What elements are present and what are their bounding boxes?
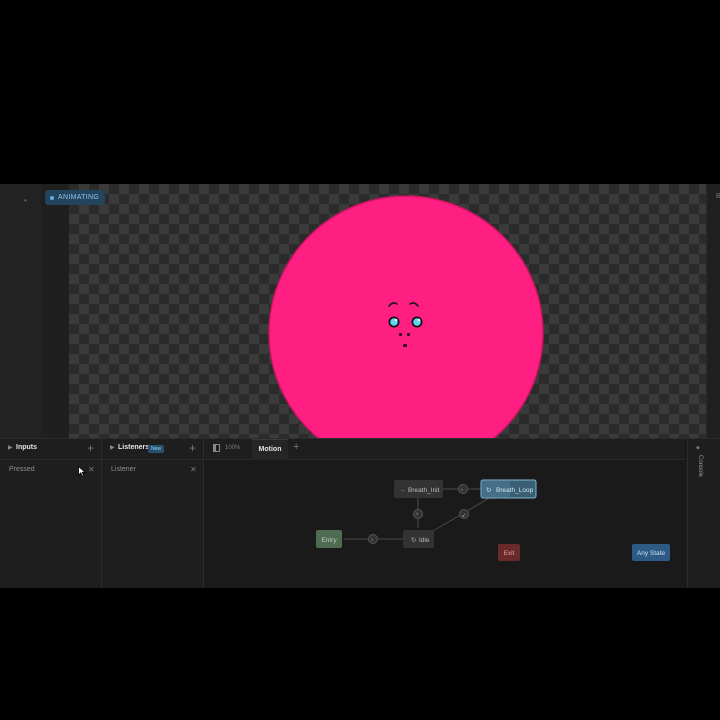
console-panel[interactable]: ◆ Console: [687, 439, 720, 588]
inputs-panel: ▶ Inputs + Pressed ✕: [0, 439, 102, 588]
transition-arrow-icon[interactable]: ›: [368, 534, 378, 544]
arrow-right-icon: →: [399, 487, 406, 494]
add-listener-button[interactable]: +: [189, 441, 196, 455]
artboard-stage[interactable]: [69, 184, 706, 438]
add-layer-button[interactable]: +: [293, 441, 299, 453]
svg-text:›: ›: [371, 538, 373, 544]
pink-character-body[interactable]: [268, 195, 544, 438]
tab-motion[interactable]: Motion: [252, 439, 288, 460]
transition-arrow-icon[interactable]: ↙: [459, 509, 469, 520]
any-state-label: Any State: [637, 550, 666, 557]
state-machine-panel: 100% Motion + › ^ › ↙ Entry ↻ Idle → Bre…: [205, 439, 685, 588]
status-dot-icon: [50, 195, 54, 200]
mouse-cursor-icon: [78, 466, 86, 477]
zoom-level[interactable]: 100%: [225, 445, 240, 451]
loop-icon: ↻: [486, 487, 492, 494]
add-input-button[interactable]: +: [87, 441, 94, 455]
new-badge: New: [148, 445, 165, 453]
inputs-title: Inputs: [16, 444, 37, 451]
idle-label: Idle: [419, 537, 430, 544]
toolbar-dot-icon: •: [24, 196, 27, 205]
collapse-chevron-icon[interactable]: ▶: [110, 444, 115, 451]
exit-label: Exit: [504, 550, 515, 557]
transition-arrow-icon[interactable]: ›: [458, 484, 468, 494]
collapse-chevron-icon[interactable]: ▶: [8, 444, 13, 451]
listeners-title: Listeners: [118, 444, 150, 451]
state-node-exit[interactable]: Exit: [498, 544, 520, 561]
left-toolbar: •: [0, 184, 42, 438]
right-inspector-edge[interactable]: B: [706, 184, 720, 438]
listeners-header: ▶ Listeners New +: [102, 439, 203, 460]
stage-ruler: [41, 184, 69, 438]
listener-item[interactable]: Listener: [111, 466, 136, 473]
state-node-breath-init[interactable]: → Breath_Init: [394, 480, 443, 498]
character-canvas: [268, 195, 544, 438]
breath-loop-label: Breath_Loop: [496, 487, 534, 494]
state-node-any-state[interactable]: Any State: [632, 544, 670, 561]
layout-toggle-icon[interactable]: [213, 444, 220, 452]
input-item-pressed[interactable]: Pressed: [9, 466, 35, 473]
state-node-idle[interactable]: ↻ Idle: [403, 530, 434, 548]
transition-arrow-icon[interactable]: ^: [413, 509, 423, 520]
animating-label: ANIMATING: [58, 194, 100, 201]
loop-icon: ↻: [411, 537, 417, 544]
svg-text:↙: ↙: [462, 513, 467, 519]
state-node-entry[interactable]: Entry: [316, 530, 342, 548]
svg-text:^: ^: [416, 513, 419, 519]
remove-input-icon[interactable]: ✕: [88, 465, 95, 474]
entry-label: Entry: [321, 537, 337, 544]
editor-window: • ANIMATING B ▶ Inputs + Pressed ✕ ▶ Lis…: [0, 184, 720, 588]
state-graph-canvas[interactable]: › ^ › ↙ Entry ↻ Idle → Breath_Init ↻ Bre…: [205, 459, 685, 588]
bottom-panels: ▶ Inputs + Pressed ✕ ▶ Listeners New + L…: [0, 438, 720, 588]
graph-tab-bar: 100% Motion +: [205, 439, 685, 460]
right-strip-letter: B: [716, 193, 720, 200]
console-title: Console: [697, 454, 703, 477]
state-node-breath-loop[interactable]: ↻ Breath_Loop: [480, 479, 537, 499]
remove-listener-icon[interactable]: ✕: [190, 465, 197, 474]
listeners-panel: ▶ Listeners New + Listener ✕: [102, 439, 204, 588]
inputs-header: ▶ Inputs +: [0, 439, 101, 460]
svg-text:›: ›: [461, 488, 463, 494]
breath-init-label: Breath_Init: [408, 487, 440, 494]
animating-status-badge: ANIMATING: [45, 190, 106, 205]
